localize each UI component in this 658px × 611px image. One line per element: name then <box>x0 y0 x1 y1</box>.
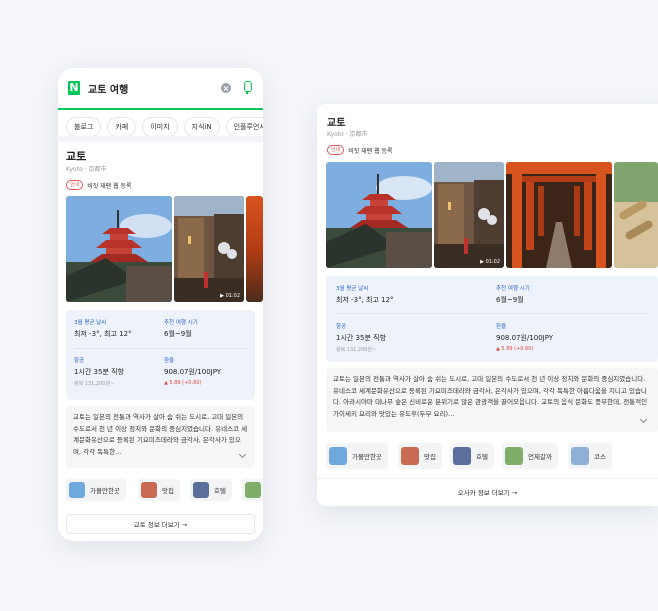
flight-label: 항공 <box>74 358 85 364</box>
attractions-thumb-icon <box>329 447 347 465</box>
more-info-button[interactable]: 교토 정보 더보기 → <box>66 514 255 534</box>
place-description[interactable]: 교토는 일본의 전통과 역사가 살아 숨 쉬는 도시로, 고대 일본의 수도로서… <box>66 406 255 468</box>
chip-hotels[interactable]: 호텔 <box>450 443 494 469</box>
bamboo-illustration <box>614 162 658 268</box>
flight-value[interactable]: 1시간 35분 직항 <box>336 333 386 343</box>
visa-text: 비짓 재팬 웹 등록 <box>87 182 132 190</box>
exchange-label: 환율 <box>496 324 507 330</box>
video-duration: ▶ 01:02 <box>480 259 500 265</box>
weather-label: 3월 평균 날씨 <box>336 286 369 292</box>
chip-restaurants[interactable]: 맛집 <box>138 479 180 501</box>
exchange-value[interactable]: 908.07원/100JPY <box>496 333 553 343</box>
footer-divider <box>317 478 658 479</box>
exchange-value[interactable]: 908.07원/100JPY <box>164 367 221 377</box>
flight-note: 왕복 131,200원~ <box>74 381 115 387</box>
chip-when[interactable]: 언제갈까 <box>502 443 558 469</box>
tab-cafe[interactable]: 카페 <box>107 117 137 137</box>
photo-bamboo[interactable] <box>614 162 658 268</box>
travel-info-box: 3월 평균 날씨 최저 -3°, 최고 12° 추천 여행 시기 6월~9월 항… <box>66 310 255 400</box>
weather-value: 최저 -3°, 최고 12° <box>336 296 394 304</box>
visa-badge: 안내 <box>327 145 345 155</box>
flight-label: 항공 <box>336 324 347 330</box>
tab-blog[interactable]: 블로그 <box>66 117 102 137</box>
attractions-thumb-icon <box>69 482 85 498</box>
place-title[interactable]: 교토 <box>66 148 86 164</box>
chip-attractions[interactable]: 가볼만한곳 <box>66 479 126 501</box>
chip-label: 코스 <box>594 453 606 461</box>
visa-notice[interactable]: 안내 비짓 재팬 웹 등록 <box>327 145 393 155</box>
clear-icon[interactable] <box>221 83 231 93</box>
pagoda-illustration <box>326 162 432 268</box>
chip-label: 언제갈까 <box>528 453 552 461</box>
visa-notice[interactable]: 안내 비짓 재팬 웹 등록 <box>66 180 132 190</box>
chip-attractions[interactable]: 가볼만한곳 <box>326 443 388 469</box>
exchange-delta: ▲ 5.89 (+0.60) <box>496 346 534 352</box>
season-label: 추천 여행 시기 <box>496 286 530 292</box>
when-thumb-icon <box>245 482 261 498</box>
pagoda-illustration <box>66 196 172 302</box>
video-duration: ▶ 01:02 <box>220 293 240 299</box>
season-value: 6월~9월 <box>164 330 192 338</box>
info-divider <box>74 348 247 349</box>
place-subtitle: Kyoto · 京都市 <box>327 131 368 138</box>
chip-when[interactable] <box>242 479 263 501</box>
photo-torii[interactable] <box>246 196 263 302</box>
more-info-button[interactable]: 오사카 정보 더보기 → <box>317 482 658 502</box>
tab-kin[interactable]: 지식iN <box>183 117 220 137</box>
season-value: 6월~9월 <box>496 296 524 304</box>
search-bar[interactable]: N 교토 여행 <box>58 68 263 110</box>
chip-label: 맛집 <box>424 453 436 461</box>
chip-course[interactable]: 코스 <box>568 443 612 469</box>
visa-text: 비짓 재팬 웹 등록 <box>348 147 393 155</box>
tab-image[interactable]: 이미지 <box>142 117 178 137</box>
street-illustration <box>174 196 244 302</box>
course-thumb-icon <box>571 447 589 465</box>
weather-value: 최저 -3°, 최고 12° <box>74 330 132 338</box>
chip-label: 호텔 <box>476 453 488 461</box>
naver-logo-icon[interactable]: N <box>68 81 80 95</box>
flight-note: 왕복 131,200원~ <box>336 347 377 353</box>
hotels-thumb-icon <box>193 482 209 498</box>
section-divider <box>58 136 263 142</box>
photo-street[interactable]: ▶ 01:02 <box>174 196 244 302</box>
tab-influencer[interactable]: 인플루언서 <box>225 117 263 137</box>
visa-badge: 안내 <box>66 180 84 190</box>
microphone-icon[interactable] <box>241 81 253 95</box>
flight-value[interactable]: 1시간 35분 직항 <box>74 367 124 377</box>
photo-street[interactable]: ▶ 01:02 <box>434 162 504 268</box>
search-tabs: 블로그 카페 이미지 지식iN 인플루언서 <box>58 110 263 137</box>
torii-illustration <box>506 162 612 268</box>
restaurants-thumb-icon <box>141 482 157 498</box>
info-divider <box>336 313 648 314</box>
season-label: 추천 여행 시기 <box>164 320 198 326</box>
place-description[interactable]: 교토는 일본의 전통과 역사가 살아 숨 쉬는 도시로, 고대 일본의 수도로서… <box>326 368 658 432</box>
search-input[interactable]: 교토 여행 <box>88 81 221 96</box>
street-illustration <box>434 162 504 268</box>
exchange-label: 환율 <box>164 358 175 364</box>
chip-label: 가볼만한곳 <box>352 453 382 461</box>
chip-hotels[interactable]: 호텔 <box>190 479 232 501</box>
when-thumb-icon <box>505 447 523 465</box>
hotels-thumb-icon <box>453 447 471 465</box>
photo-torii[interactable] <box>506 162 612 268</box>
photo-pagoda[interactable] <box>66 196 172 302</box>
chip-restaurants[interactable]: 맛집 <box>398 443 442 469</box>
restaurants-thumb-icon <box>401 447 419 465</box>
mobile-search-card: N 교토 여행 블로그 카페 이미지 지식iN 인플루언서 교토 Kyoto ·… <box>58 68 263 541</box>
travel-info-box: 3월 평균 날씨 최저 -3°, 최고 12° 추천 여행 시기 6월~9월 항… <box>326 276 658 362</box>
chip-label: 호텔 <box>214 487 226 495</box>
chip-label: 맛집 <box>162 487 174 495</box>
photo-pagoda[interactable] <box>326 162 432 268</box>
place-subtitle: Kyoto · 京都市 <box>66 166 107 173</box>
chip-label: 가볼만한곳 <box>90 487 120 495</box>
exchange-delta: ▲ 5.89 (+0.60) <box>164 380 202 386</box>
weather-label: 3월 평균 날씨 <box>74 320 107 326</box>
place-title[interactable]: 교토 <box>327 114 345 129</box>
desktop-search-card: 교토 Kyoto · 京都市 안내 비짓 재팬 웹 등록 ▶ 01:02 3월 … <box>317 104 658 506</box>
